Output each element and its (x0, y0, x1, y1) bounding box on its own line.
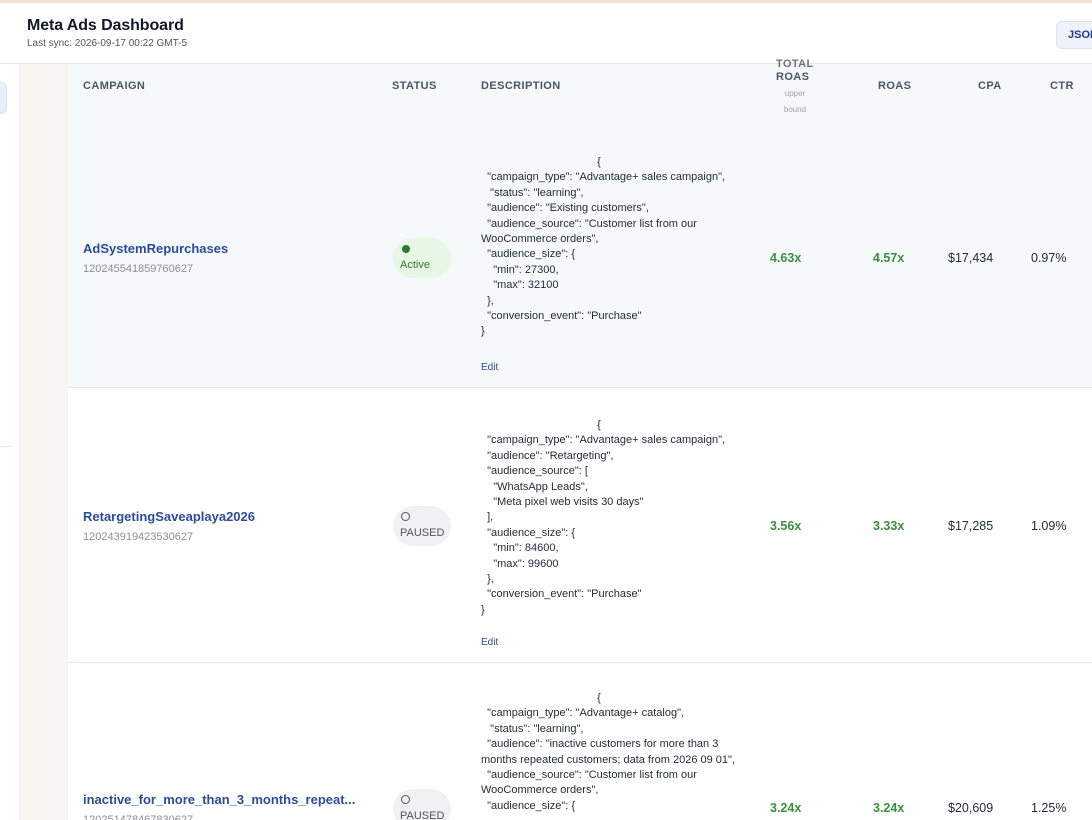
ctr-value: 0.97% (1031, 251, 1067, 265)
column-header-roas[interactable]: ROAS (878, 80, 911, 92)
column-header-status[interactable]: STATUS (392, 80, 437, 92)
total-roas-value: 4.63x (770, 251, 802, 265)
cpa-value: $17,434 (948, 251, 994, 265)
column-header-cpa[interactable]: CPA (978, 80, 1002, 92)
roas-value: 3.33x (873, 519, 905, 533)
edit-description-link[interactable]: Edit (481, 637, 498, 648)
column-header-description[interactable]: DESCRIPTION (481, 80, 561, 92)
paused-circle-icon (401, 795, 410, 804)
campaign-id: 120251478467830627 (83, 814, 194, 820)
column-header-total-roas-upper: upper (784, 89, 806, 98)
campaign-description: { "campaign_type": "Advantage+ catalog",… (481, 692, 735, 812)
campaign-name-link[interactable]: AdSystemRepurchases (83, 241, 228, 256)
sidebar (0, 64, 20, 820)
campaign-description: { "campaign_type": "Advantage+ sales cam… (481, 156, 726, 338)
roas-value: 4.57x (873, 251, 905, 265)
column-header-campaign[interactable]: CAMPAIGN (83, 80, 145, 92)
table-row: AdSystemRepurchases 120245541859760627 A… (68, 124, 1092, 388)
column-header-ctr[interactable]: CTR (1050, 80, 1074, 92)
campaign-name-link[interactable]: RetargetingSaveaplaya2026 (83, 509, 255, 524)
sidebar-active-item[interactable] (0, 82, 7, 114)
total-roas-value: 3.24x (770, 801, 802, 815)
last-sync-text: Last sync: 2026-09-17 00:22 GMT-5 (27, 38, 188, 49)
table-row: inactive_for_more_than_3_months_repeat..… (68, 663, 1092, 820)
column-header-total-roas-top: TOTAL (776, 58, 814, 70)
paused-circle-icon (401, 512, 410, 521)
edit-description-link[interactable]: Edit (481, 362, 498, 373)
ctr-value: 1.09% (1031, 519, 1067, 533)
campaigns-table: CAMPAIGN STATUS DESCRIPTION TOTAL ROAS u… (68, 58, 1092, 820)
campaign-id: 120243919423530627 (83, 531, 194, 543)
campaign-id: 120245541859760627 (83, 263, 194, 275)
page-title: Meta Ads Dashboard (27, 17, 184, 34)
status-label: PAUSED (400, 527, 445, 539)
sidebar-divider (0, 446, 12, 447)
content-gutter (20, 64, 68, 820)
campaign-description: { "campaign_type": "Advantage+ sales cam… (481, 419, 726, 616)
roas-value: 3.24x (873, 801, 905, 815)
status-badge[interactable]: Active (393, 238, 451, 278)
active-dot-icon (402, 245, 410, 253)
status-badge[interactable]: PAUSED (393, 506, 451, 546)
column-header-total-roas[interactable]: ROAS (776, 71, 809, 83)
campaign-name-link[interactable]: inactive_for_more_than_3_months_repeat..… (83, 792, 355, 807)
column-header-total-roas-bound: bound (783, 105, 807, 114)
json-button[interactable]: JSON (1056, 21, 1092, 49)
page-header: Meta Ads Dashboard Last sync: 2026-09-17… (0, 3, 1092, 64)
cpa-value: $17,285 (948, 519, 994, 533)
table-header: CAMPAIGN STATUS DESCRIPTION TOTAL ROAS u… (68, 58, 1092, 124)
status-label: PAUSED (400, 810, 445, 820)
status-label: Active (400, 259, 430, 271)
total-roas-value: 3.56x (770, 519, 802, 533)
table-row: RetargetingSaveaplaya2026 12024391942353… (68, 388, 1092, 663)
cpa-value: $20,609 (948, 801, 994, 815)
ctr-value: 1.25% (1031, 801, 1067, 815)
status-badge[interactable]: PAUSED (393, 789, 451, 820)
